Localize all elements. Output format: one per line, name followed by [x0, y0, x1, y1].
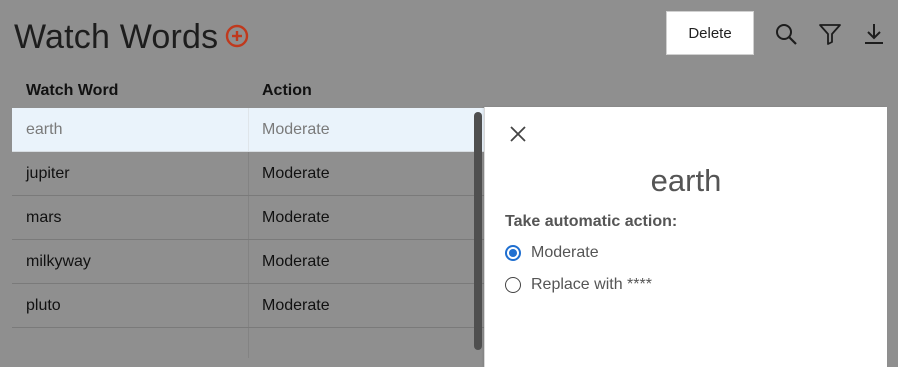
cell-action: Moderate	[262, 209, 330, 226]
table-row[interactable]: pluto Moderate	[12, 284, 484, 328]
watch-word-detail-panel: earth Take automatic action: Moderate Re…	[484, 107, 887, 367]
table-row[interactable]: mars Moderate	[12, 196, 484, 240]
column-divider	[248, 196, 249, 239]
cell-watch-word: mars	[26, 209, 62, 226]
column-header-action[interactable]: Action	[262, 82, 312, 100]
column-divider	[248, 152, 249, 195]
radio-button[interactable]	[505, 277, 521, 293]
action-label: Take automatic action:	[505, 213, 678, 230]
radio-replace[interactable]: Replace with ****	[505, 276, 652, 294]
table-row[interactable]: jupiter Moderate	[12, 152, 484, 196]
cell-action: Moderate	[262, 165, 330, 182]
column-divider	[248, 108, 249, 151]
cell-watch-word: pluto	[26, 297, 61, 314]
table-row[interactable]: milkyway Moderate	[12, 240, 484, 284]
column-header-watch-word[interactable]: Watch Word	[26, 82, 118, 100]
cell-action: Moderate	[262, 121, 330, 138]
page-title: Watch Words	[14, 18, 219, 56]
panel-title: earth	[650, 163, 722, 198]
watch-words-table: earth Moderate jupiter Moderate mars Mod…	[12, 108, 484, 358]
table-scrollbar[interactable]	[474, 112, 482, 350]
radio-button-checked[interactable]	[505, 245, 521, 261]
cell-action: Moderate	[262, 297, 330, 314]
plus-circle-icon[interactable]	[225, 24, 249, 48]
cell-watch-word: jupiter	[26, 165, 70, 182]
radio-moderate[interactable]: Moderate	[505, 244, 599, 262]
cell-watch-word: milkyway	[26, 253, 91, 270]
column-divider	[248, 328, 249, 358]
filter-icon[interactable]	[818, 22, 842, 46]
radio-label: Moderate	[531, 244, 599, 261]
radio-label: Replace with ****	[531, 276, 652, 293]
close-icon[interactable]	[509, 125, 527, 143]
table-row-empty	[12, 328, 484, 358]
cell-watch-word: earth	[26, 121, 63, 138]
download-icon[interactable]	[862, 22, 886, 46]
search-icon[interactable]	[774, 22, 798, 46]
delete-button[interactable]: Delete	[666, 11, 754, 55]
column-divider	[248, 284, 249, 327]
column-divider	[248, 240, 249, 283]
cell-action: Moderate	[262, 253, 330, 270]
table-row[interactable]: earth Moderate	[12, 108, 484, 152]
